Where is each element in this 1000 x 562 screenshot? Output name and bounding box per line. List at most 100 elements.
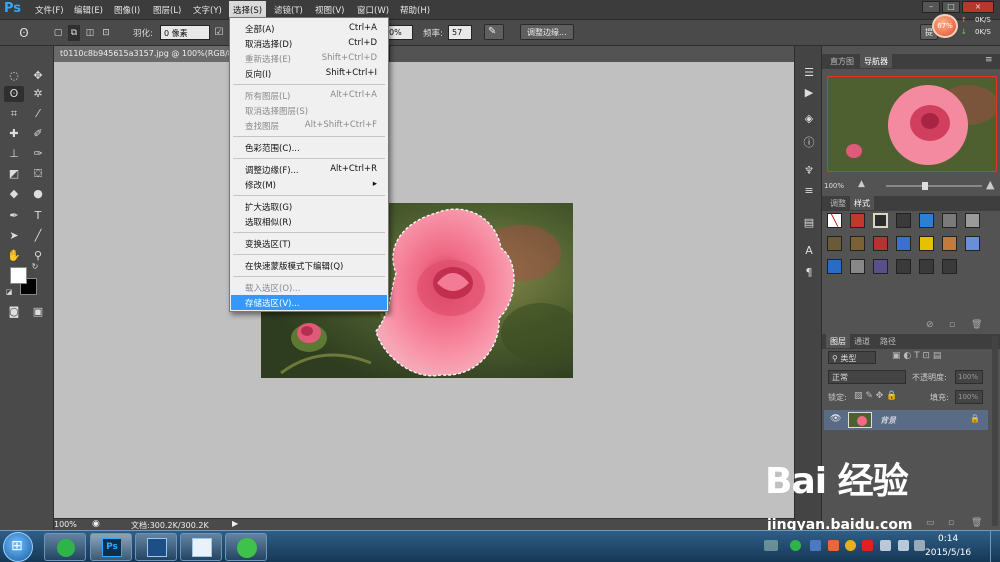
new-selection-icon[interactable]: ▢ bbox=[52, 25, 64, 41]
delete-layer-icon[interactable]: 🗑 bbox=[971, 518, 982, 528]
style-none-swatch[interactable]: ╲ bbox=[827, 213, 842, 228]
taskbar-notes-button[interactable] bbox=[180, 533, 222, 561]
new-layer-icon[interactable]: ▫ bbox=[948, 518, 954, 528]
menu-item-color-range[interactable]: 色彩范围(C)... bbox=[231, 140, 387, 155]
opacity-input[interactable]: 100% bbox=[955, 370, 983, 384]
tray-icon[interactable] bbox=[880, 540, 891, 551]
style-swatch[interactable] bbox=[850, 213, 865, 228]
network-tray-icon[interactable] bbox=[790, 540, 801, 551]
menu-item-inverse[interactable]: 反向(I) Shift+Ctrl+I bbox=[231, 66, 387, 81]
style-swatch[interactable] bbox=[919, 236, 934, 251]
zoom-out-icon[interactable]: ▲ bbox=[858, 179, 865, 189]
character-type-icon[interactable]: A bbox=[801, 244, 817, 258]
layer-name[interactable]: 背景 bbox=[880, 415, 896, 426]
lock-icons[interactable]: ▨ ✎ ✥ 🔒 bbox=[854, 391, 897, 401]
style-swatch[interactable] bbox=[919, 259, 934, 274]
marquee-tool-icon[interactable]: ◌ bbox=[4, 68, 24, 84]
tab-paths[interactable]: 路径 bbox=[876, 334, 900, 348]
style-swatch[interactable] bbox=[873, 236, 888, 251]
clone-source-icon[interactable]: ▤ bbox=[801, 216, 817, 230]
type-tool-icon[interactable]: T bbox=[28, 208, 48, 224]
move-tool-icon[interactable]: ✥ bbox=[28, 68, 48, 84]
panel-menu-icon[interactable]: ≡ bbox=[985, 55, 993, 65]
menu-item-grow[interactable]: 扩大选取(G) bbox=[231, 199, 387, 214]
performance-gauge[interactable]: 67% bbox=[932, 14, 958, 38]
style-swatch[interactable] bbox=[850, 236, 865, 251]
pen-tool-icon[interactable]: ✒ bbox=[4, 208, 24, 224]
refine-edge-button[interactable]: 调整边缘... bbox=[520, 24, 574, 40]
taskbar-media-button[interactable] bbox=[135, 533, 177, 561]
path-selection-tool-icon[interactable]: ➤ bbox=[4, 228, 24, 244]
style-swatch[interactable] bbox=[942, 259, 957, 274]
swap-colors-icon[interactable]: ↻ bbox=[30, 262, 40, 272]
tab-navigator[interactable]: 导航器 bbox=[860, 54, 892, 68]
taskbar-update-button[interactable] bbox=[225, 533, 267, 561]
taskbar-photoshop-button[interactable]: Ps bbox=[90, 533, 132, 561]
history-brush-tool-icon[interactable]: ✑ bbox=[28, 146, 48, 162]
width-input[interactable]: 0% bbox=[385, 25, 413, 40]
style-swatch[interactable] bbox=[827, 259, 842, 274]
style-swatch[interactable] bbox=[827, 236, 842, 251]
show-desktop-button[interactable] bbox=[990, 531, 1000, 562]
style-swatch[interactable] bbox=[873, 259, 888, 274]
keyboard-tray-icon[interactable] bbox=[764, 540, 778, 551]
actions-panel-icon[interactable]: ▶ bbox=[801, 86, 817, 100]
style-swatch[interactable] bbox=[965, 213, 980, 228]
lasso-preset-icon[interactable]: ʘ bbox=[14, 25, 34, 41]
new-group-icon[interactable]: ▭ bbox=[926, 518, 935, 528]
foreground-color-swatch[interactable] bbox=[10, 267, 27, 284]
info-panel-icon[interactable]: ⓘ bbox=[801, 136, 817, 150]
minimize-button[interactable]: – bbox=[922, 1, 940, 13]
qq-tray-icon[interactable] bbox=[862, 540, 873, 551]
menu-item-select-all[interactable]: 全部(A) Ctrl+A bbox=[231, 21, 387, 36]
tray-icon[interactable] bbox=[828, 540, 839, 551]
delete-style-icon[interactable]: 🗑 bbox=[971, 320, 982, 330]
navigator-preview[interactable] bbox=[827, 76, 997, 172]
zoom-slider-handle[interactable] bbox=[922, 182, 928, 190]
tab-histogram[interactable]: 直方图 bbox=[826, 54, 858, 68]
quick-mask-icon[interactable]: ◙ bbox=[4, 304, 24, 320]
style-swatch[interactable] bbox=[896, 259, 911, 274]
brush-panel-icon[interactable]: ♆ bbox=[801, 164, 817, 178]
menu-item-refine-edge[interactable]: 调整边缘(F)... Alt+Ctrl+R bbox=[231, 162, 387, 177]
paint-bucket-tool-icon[interactable]: ⛋ bbox=[28, 166, 48, 182]
menu-help[interactable]: 帮助(H) bbox=[400, 4, 430, 16]
healing-brush-tool-icon[interactable]: ✚ bbox=[4, 126, 24, 142]
zoom-readout[interactable]: 100% bbox=[54, 520, 77, 529]
eyedropper-tool-icon[interactable]: ⁄ bbox=[28, 106, 48, 122]
layer-row-background[interactable]: 👁 背景 🔒 bbox=[824, 410, 988, 430]
brush-tool-icon[interactable]: ✐ bbox=[28, 126, 48, 142]
blur-tool-icon[interactable]: ◆ bbox=[4, 186, 24, 202]
layers-scrollbar[interactable] bbox=[992, 336, 998, 526]
maximize-button[interactable]: □ bbox=[942, 1, 960, 13]
start-button[interactable]: ⊞ bbox=[3, 532, 33, 562]
tray-icon[interactable] bbox=[810, 540, 821, 551]
line-tool-icon[interactable]: ╱ bbox=[28, 228, 48, 244]
menu-view[interactable]: 视图(V) bbox=[315, 4, 344, 16]
clock-time[interactable]: 0:14 bbox=[938, 534, 958, 544]
tab-styles[interactable]: 样式 bbox=[850, 196, 874, 210]
clear-style-icon[interactable]: ⊘ bbox=[926, 320, 934, 330]
style-swatch[interactable] bbox=[942, 236, 957, 251]
menu-layer[interactable]: 图层(L) bbox=[153, 4, 181, 16]
style-swatch[interactable] bbox=[873, 213, 888, 228]
feather-input[interactable]: 0 像素 bbox=[160, 25, 210, 40]
screen-mode-icon[interactable]: ▣ bbox=[28, 304, 48, 320]
menu-item-deselect[interactable]: 取消选择(D) Ctrl+D bbox=[231, 36, 387, 51]
menu-item-similar[interactable]: 选取相似(R) bbox=[231, 214, 387, 229]
brush-presets-icon[interactable]: ≡ bbox=[801, 184, 817, 198]
character-panel-icon[interactable]: ◈ bbox=[801, 112, 817, 126]
eraser-tool-icon[interactable]: ◩ bbox=[4, 166, 24, 182]
menu-image[interactable]: 图像(I) bbox=[114, 4, 140, 16]
frequency-input[interactable]: 57 bbox=[448, 25, 472, 40]
history-panel-icon[interactable]: ☰ bbox=[801, 66, 817, 80]
menu-item-transform-selection[interactable]: 变换选区(T) bbox=[231, 236, 387, 251]
menu-type[interactable]: 文字(Y) bbox=[193, 4, 222, 16]
intersect-selection-icon[interactable]: ⊡ bbox=[100, 25, 112, 41]
style-swatch[interactable] bbox=[965, 236, 980, 251]
menu-item-quick-mask[interactable]: 在快速蒙版模式下编辑(Q) bbox=[231, 258, 387, 273]
visibility-eye-icon[interactable]: 👁 bbox=[830, 414, 841, 424]
magic-wand-tool-icon[interactable]: ✲ bbox=[28, 86, 48, 102]
status-arrow-icon[interactable]: ▶ bbox=[232, 519, 238, 528]
style-swatch[interactable] bbox=[919, 213, 934, 228]
